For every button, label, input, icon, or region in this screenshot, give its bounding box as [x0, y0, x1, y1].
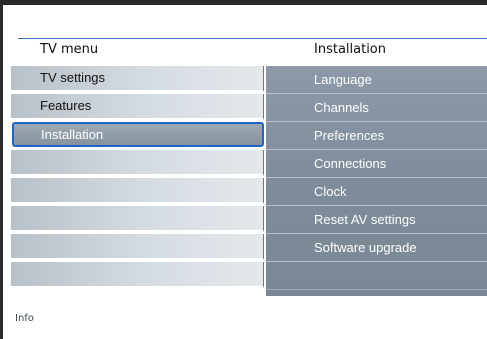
submenu-item-reset-av-settings[interactable]: Reset AV settings: [266, 206, 487, 234]
tv-menu-screen: TV menu Installation TV settings Feature…: [0, 0, 487, 339]
left-menu-item-features[interactable]: Features: [11, 94, 264, 120]
submenu-item-empty: [266, 262, 487, 290]
left-menu-item-empty-1[interactable]: [11, 150, 264, 176]
submenu-item-software-upgrade[interactable]: Software upgrade: [266, 234, 487, 262]
left-menu-panel: TV settings Features Installation: [11, 66, 264, 296]
submenu-item-preferences[interactable]: Preferences: [266, 122, 487, 150]
submenu-item-clock[interactable]: Clock: [266, 178, 487, 206]
left-menu-item-empty-5[interactable]: [11, 262, 264, 288]
header-divider-line: [18, 38, 487, 39]
submenu-item-language[interactable]: Language: [266, 66, 487, 94]
top-border: [0, 0, 487, 5]
left-menu-item-installation[interactable]: Installation: [12, 122, 264, 147]
left-menu-item-empty-2[interactable]: [11, 178, 264, 204]
submenu-item-channels[interactable]: Channels: [266, 94, 487, 122]
submenu-title: Installation: [314, 42, 387, 57]
left-menu-item-empty-3[interactable]: [11, 206, 264, 232]
left-border: [0, 0, 3, 339]
menu-title: TV menu: [40, 42, 99, 57]
submenu-item-connections[interactable]: Connections: [266, 150, 487, 178]
installation-submenu-panel: Language Channels Preferences Connection…: [266, 66, 487, 296]
left-menu-item-empty-4[interactable]: [11, 234, 264, 260]
left-menu-item-tv-settings[interactable]: TV settings: [11, 66, 264, 92]
info-label: Info: [15, 313, 34, 324]
